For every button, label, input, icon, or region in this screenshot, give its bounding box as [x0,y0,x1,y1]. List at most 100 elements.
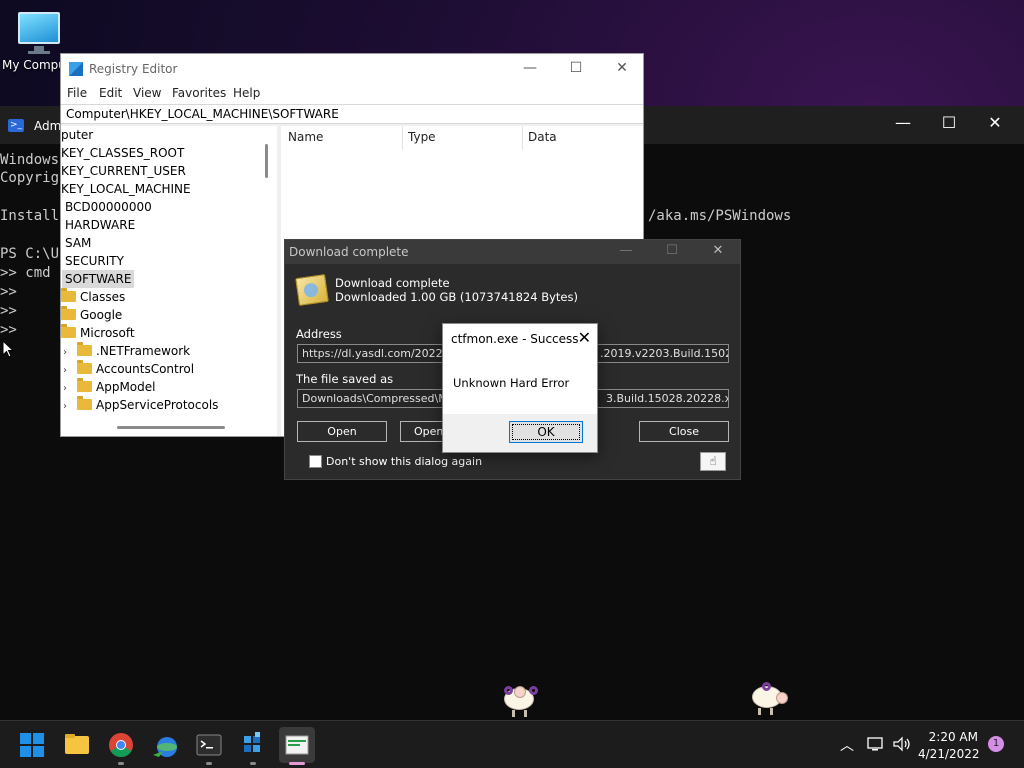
folder-icon [61,306,76,320]
error-message: Unknown Hard Error [453,376,570,390]
menu-view[interactable]: View [133,86,161,100]
mouse-cursor-icon [2,340,14,358]
terminal-link-text: /aka.ms/PSWindows [648,208,792,224]
tree-item-classes[interactable]: Classes [61,288,125,306]
taskbar-download-dialog[interactable] [279,727,315,763]
download-dialog-titlebar[interactable]: Download complete — ☐ ✕ [285,240,740,264]
menu-favorites[interactable]: Favorites [172,86,226,100]
explorer-icon [65,734,89,754]
tree-item-label: Classes [80,290,126,304]
regedit-maximize-button[interactable]: ☐ [553,54,599,84]
desktop-sheep-pet[interactable] [750,682,788,716]
taskbar-terminal[interactable] [191,727,227,763]
taskbar-chrome[interactable] [103,727,139,763]
chevron-right-icon[interactable]: › [63,398,77,416]
folder-icon [77,378,92,392]
folder-icon [77,342,92,356]
tree-item-hklm[interactable]: KEY_LOCAL_MACHINE [61,180,191,198]
close-button[interactable]: Close [639,421,729,442]
download-icon [295,274,329,306]
tree-item-microsoft[interactable]: Microsoft [61,324,135,342]
menu-edit[interactable]: Edit [99,86,122,100]
regedit-icon [69,62,83,76]
notification-badge[interactable]: 1 [988,736,1004,752]
menu-file[interactable]: File [67,86,87,100]
tree-item-google[interactable]: Google [61,306,122,324]
network-icon[interactable] [866,735,886,753]
menu-help[interactable]: Help [233,86,260,100]
idm-paw-icon[interactable]: ☝ [700,452,726,471]
tree-item-software[interactable]: SOFTWARE [62,270,135,288]
tree-item-security[interactable]: SECURITY [65,252,124,270]
regedit-titlebar[interactable]: Registry Editor — ☐ ✕ [61,54,643,84]
terminal-line: >> [0,303,17,319]
column-header-name[interactable]: Name [288,130,323,144]
taskbar-idm[interactable] [147,727,183,763]
tree-item-hkcu[interactable]: KEY_CURRENT_USER [61,162,186,180]
registry-tree[interactable]: puter KEY_CLASSES_ROOT KEY_CURRENT_USER … [61,126,277,436]
saved-as-label: The file saved as [296,372,394,386]
dont-show-checkbox[interactable] [309,455,322,468]
taskbar-regedit[interactable] [235,727,271,763]
regedit-close-button[interactable]: ✕ [599,54,645,84]
terminal-maximize-button[interactable]: ☐ [926,108,972,138]
download-size: Downloaded 1.00 GB (1073741824 Bytes) [335,290,578,304]
tree-item-computer[interactable]: puter [61,126,93,144]
tree-item-appserviceprotocols[interactable]: › AppServiceProtocols [63,396,218,414]
tree-item-label: AppServiceProtocols [96,398,219,412]
tree-item-appmodel[interactable]: › AppModel [63,378,155,396]
tree-item-hkcr[interactable]: KEY_CLASSES_ROOT [61,144,184,162]
folder-icon [61,288,76,302]
desktop-sheep-pet[interactable] [502,684,540,718]
powershell-icon: >_ [8,119,24,132]
tree-horizontal-scrollbar[interactable] [117,426,225,429]
idm-icon [153,737,177,757]
terminal-minimize-button[interactable]: — [880,108,926,138]
taskbar: ︿ 2:20 AM 4/21/2022 1 [0,720,1024,768]
tree-item-hardware[interactable]: HARDWARE [65,216,135,234]
ctfmon-error-dialog[interactable]: ctfmon.exe - Success ✕ Unknown Hard Erro… [442,323,598,453]
tree-item-sam[interactable]: SAM [65,234,91,252]
regedit-minimize-button[interactable]: — [507,54,553,84]
tree-item-accountscontrol[interactable]: › AccountsControl [63,360,194,378]
registry-address-bar[interactable]: Computer\HKEY_LOCAL_MACHINE\SOFTWARE [61,104,643,124]
terminal-line: Copyrig [0,170,60,186]
clock-date[interactable]: 4/21/2022 [918,747,980,761]
tree-item-label: Google [80,308,123,322]
tree-vertical-scrollbar[interactable] [265,144,268,178]
terminal-close-button[interactable]: ✕ [972,108,1018,138]
regedit-icon [244,732,260,752]
download-heading: Download complete [335,276,450,290]
folder-icon [77,396,92,410]
column-header-type[interactable]: Type [408,130,436,144]
tree-item-netframework[interactable]: › .NETFramework [63,342,190,360]
open-button[interactable]: Open [297,421,387,442]
monitor-icon [18,12,60,44]
terminal-line: >> [0,322,17,338]
terminal-line: Install [0,208,60,224]
dont-show-label: Don't show this dialog again [326,455,483,468]
terminal-icon [196,734,222,756]
error-dialog-title: ctfmon.exe - Success [451,332,579,346]
ok-button[interactable]: OK [509,421,583,443]
tree-item-bcd[interactable]: BCD00000000 [65,198,152,216]
download-minimize-button[interactable]: — [603,240,649,264]
chrome-icon [109,733,133,758]
regedit-title: Registry Editor [89,62,178,76]
column-header-data[interactable]: Data [528,130,557,144]
folder-icon [61,324,76,338]
regedit-menubar: File Edit View Favorites Help [61,84,643,104]
chevron-up-icon[interactable]: ︿ [840,735,854,755]
download-close-x-button[interactable]: ✕ [695,240,741,264]
start-icon [20,733,44,757]
volume-icon[interactable] [892,735,912,753]
download-maximize-button[interactable]: ☐ [649,240,695,264]
taskbar-explorer[interactable] [59,727,95,763]
saved-as-value-end: 3.Build.15028.20228.x64.R [606,392,728,405]
start-button[interactable] [14,727,50,763]
tree-item-label: Microsoft [80,326,135,340]
error-dialog-titlebar[interactable]: ctfmon.exe - Success ✕ [443,324,597,354]
clock-time[interactable]: 2:20 AM [928,730,978,744]
window-app-icon [285,735,309,755]
close-icon[interactable]: ✕ [578,328,591,347]
